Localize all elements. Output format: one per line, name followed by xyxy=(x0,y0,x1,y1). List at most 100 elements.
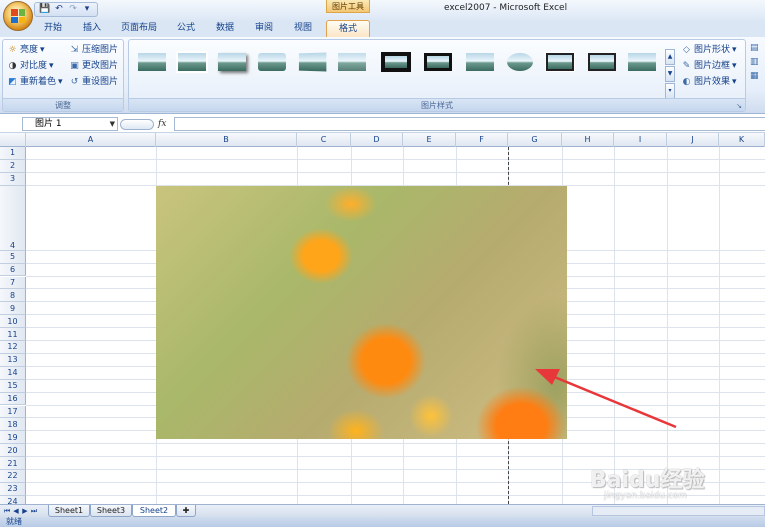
column-header[interactable]: H xyxy=(562,133,614,147)
sheet-tab-sheet1[interactable]: Sheet1 xyxy=(48,505,90,517)
row-header[interactable]: 7 xyxy=(0,276,26,290)
row-header[interactable]: 22 xyxy=(0,470,26,483)
selection-pane-icon[interactable]: ▦ xyxy=(750,71,764,81)
picture-style-9[interactable] xyxy=(463,49,497,75)
picture-style-5[interactable] xyxy=(295,49,329,75)
picture-effects-button[interactable]: ◐ 图片效果 ▾ xyxy=(681,75,737,90)
row-header[interactable]: 2 xyxy=(0,159,26,173)
reset-picture-icon: ↺ xyxy=(70,77,79,87)
undo-icon[interactable]: ↶ xyxy=(53,4,65,15)
tab-formulas[interactable]: 公式 xyxy=(170,20,202,37)
picture-style-7[interactable] xyxy=(379,49,413,75)
last-sheet-icon[interactable]: ⏭ xyxy=(30,506,38,516)
horizontal-scrollbar[interactable] xyxy=(592,506,765,516)
picture-style-8[interactable] xyxy=(421,49,455,75)
formula-input[interactable] xyxy=(174,117,765,131)
row-header[interactable]: 15 xyxy=(0,379,26,393)
row-header[interactable]: 1 xyxy=(0,147,26,160)
picture-style-13[interactable] xyxy=(625,49,659,75)
sheet-tab-sheet2[interactable]: Sheet2 xyxy=(132,505,176,517)
tab-data[interactable]: 数据 xyxy=(208,20,242,37)
row-header[interactable]: 16 xyxy=(0,392,26,406)
prev-sheet-icon[interactable]: ◀ xyxy=(12,506,20,516)
row-gridline xyxy=(26,443,765,445)
tab-review[interactable]: 审阅 xyxy=(248,20,280,37)
column-header[interactable]: G xyxy=(508,133,562,147)
picture-style-6[interactable] xyxy=(335,49,369,75)
row-header[interactable]: 9 xyxy=(0,302,26,316)
name-box[interactable]: 图片 1 ▼ xyxy=(22,117,118,131)
row-header[interactable]: 6 xyxy=(0,263,26,277)
column-header[interactable]: E xyxy=(403,133,456,147)
brightness-button[interactable]: ☼ 亮度 ▾ xyxy=(7,43,44,58)
bring-forward-icon[interactable]: ▤ xyxy=(750,43,764,53)
recolor-button[interactable]: ◩ 重新着色 ▾ xyxy=(7,75,62,90)
tab-view[interactable]: 视图 xyxy=(286,20,320,37)
chevron-down-icon[interactable]: ▼ xyxy=(110,118,115,130)
tab-format[interactable]: 格式 xyxy=(326,20,370,37)
column-header[interactable]: B xyxy=(156,133,297,147)
row-header[interactable]: 10 xyxy=(0,315,26,329)
row-header[interactable]: 21 xyxy=(0,457,26,470)
send-backward-icon[interactable]: ▥ xyxy=(750,57,764,67)
row-header[interactable]: 3 xyxy=(0,172,26,186)
picture-border-button[interactable]: ✎ 图片边框 ▾ xyxy=(681,59,737,74)
recolor-label: 重新着色 xyxy=(20,77,57,87)
dialog-launcher-icon[interactable]: ↘ xyxy=(736,102,742,110)
customize-qat-icon[interactable]: ▾ xyxy=(81,4,93,15)
column-header[interactable]: F xyxy=(456,133,508,147)
column-header[interactable]: K xyxy=(719,133,765,147)
column-header[interactable]: A xyxy=(26,133,156,147)
column-header[interactable]: C xyxy=(297,133,351,147)
picture-shape-button[interactable]: ◇ 图片形状 ▾ xyxy=(681,43,737,58)
next-sheet-icon[interactable]: ▶ xyxy=(21,506,29,516)
sheet-tab-sheet3[interactable]: Sheet3 xyxy=(90,505,132,517)
row-header[interactable]: 24 xyxy=(0,495,26,504)
formula-splitter[interactable] xyxy=(120,118,154,130)
gallery-down-button[interactable]: ▼ xyxy=(665,66,675,82)
column-header[interactable]: I xyxy=(614,133,667,147)
row-header[interactable]: 14 xyxy=(0,366,26,380)
worksheet-grid[interactable]: ABCDEFGHIJK 1 2 3 4 5 6 7 8 9 10 11 12 13 14 15 16 17 18 1… xyxy=(0,133,765,504)
row-header[interactable]: 13 xyxy=(0,353,26,367)
select-all-corner[interactable] xyxy=(0,133,26,147)
column-header[interactable]: D xyxy=(351,133,403,147)
tab-insert[interactable]: 插入 xyxy=(76,20,108,37)
tab-home[interactable]: 开始 xyxy=(36,20,70,37)
column-header[interactable]: J xyxy=(667,133,719,147)
contrast-button[interactable]: ◑ 对比度 ▾ xyxy=(7,59,54,74)
row-header[interactable]: 23 xyxy=(0,482,26,496)
flower-picture[interactable] xyxy=(156,186,567,439)
row-header[interactable]: 20 xyxy=(0,444,26,458)
gallery-up-button[interactable]: ▲ xyxy=(665,49,675,65)
picture-style-1[interactable] xyxy=(135,49,169,75)
picture-style-10[interactable] xyxy=(503,49,537,75)
office-button[interactable] xyxy=(3,1,33,31)
gallery-more-button[interactable]: ▾ xyxy=(665,83,675,99)
tab-page-layout[interactable]: 页面布局 xyxy=(114,20,164,37)
row-header[interactable]: 19 xyxy=(0,431,26,445)
picture-style-4[interactable] xyxy=(255,49,289,75)
picture-style-11[interactable] xyxy=(543,49,577,75)
reset-picture-button[interactable]: ↺ 重设图片 xyxy=(69,75,118,90)
save-icon[interactable]: 💾 xyxy=(39,4,51,15)
adjust-group-label: 调整 xyxy=(3,98,123,111)
insert-function-icon[interactable]: fx xyxy=(158,119,166,129)
row-gridline xyxy=(26,158,765,160)
picture-style-12[interactable] xyxy=(585,49,619,75)
row-header[interactable]: 4 xyxy=(0,185,26,251)
change-picture-button[interactable]: ▣ 更改图片 xyxy=(69,59,118,74)
redo-icon[interactable]: ↷ xyxy=(67,4,79,15)
insert-sheet-button[interactable]: ✚ xyxy=(176,505,196,517)
row-header[interactable]: 18 xyxy=(0,418,26,432)
row-header[interactable]: 8 xyxy=(0,289,26,303)
compress-pictures-button[interactable]: ⇲ 压缩图片 xyxy=(69,43,118,58)
row-header[interactable]: 11 xyxy=(0,328,26,341)
first-sheet-icon[interactable]: ⏮ xyxy=(3,506,11,516)
dropdown-arrow-icon: ▾ xyxy=(732,77,737,87)
picture-style-3[interactable] xyxy=(215,49,249,75)
row-header[interactable]: 5 xyxy=(0,250,26,264)
row-header[interactable]: 17 xyxy=(0,405,26,419)
row-header[interactable]: 12 xyxy=(0,341,26,354)
picture-style-2[interactable] xyxy=(175,49,209,75)
